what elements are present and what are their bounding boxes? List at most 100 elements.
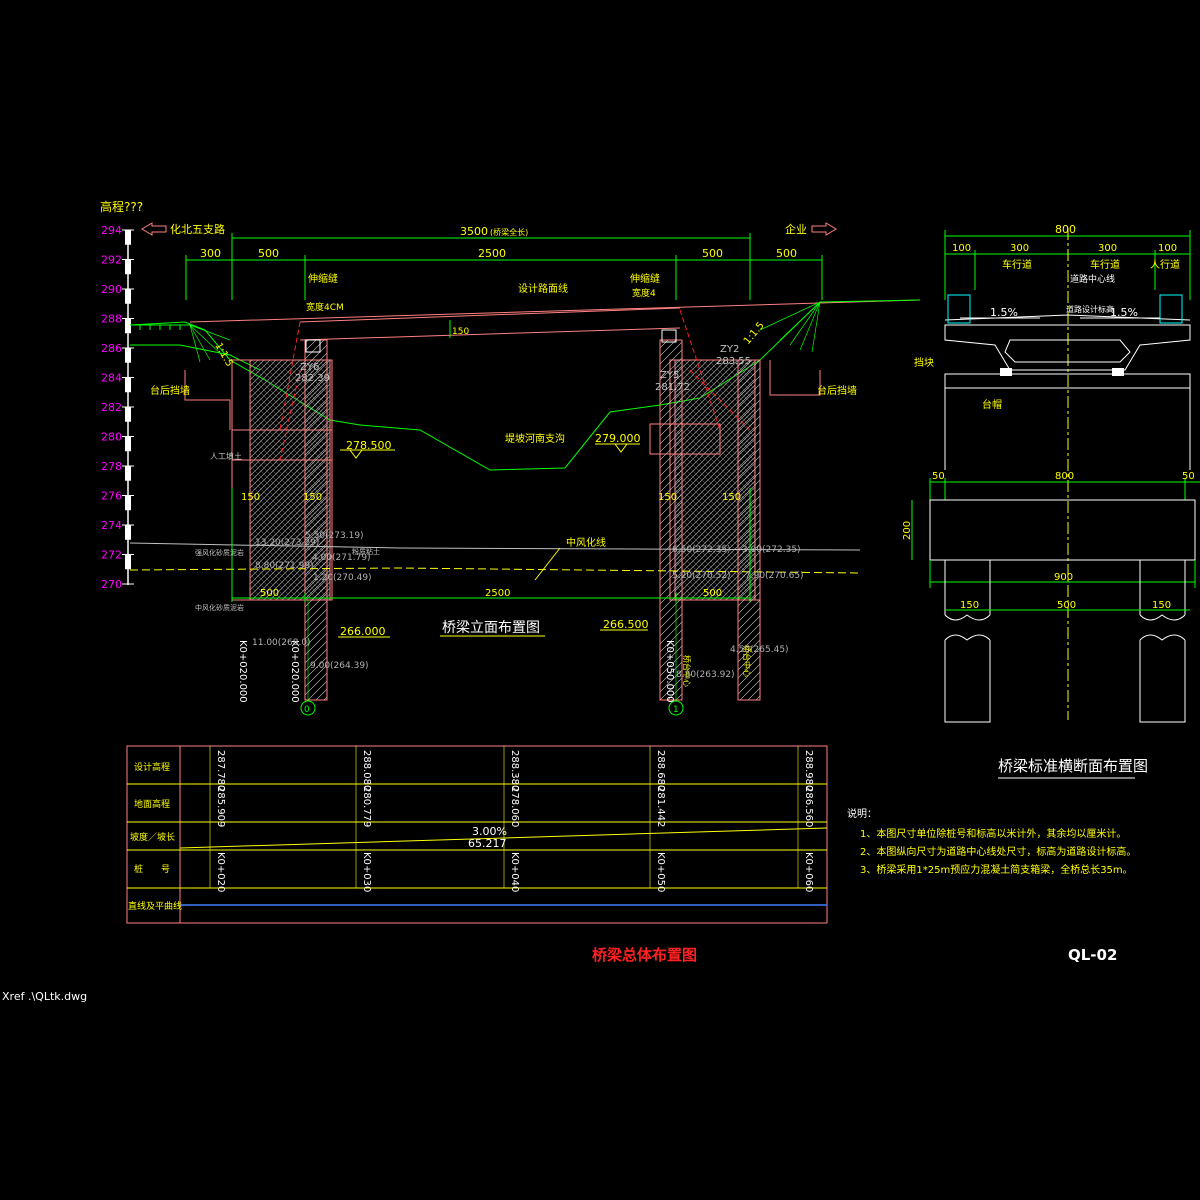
zy-left-elev: 282.39 xyxy=(295,373,330,384)
pile-bottom-right: 266.500 xyxy=(603,618,649,631)
centerline-label: 道路中心线 xyxy=(1070,273,1115,285)
joint-right: 伸缩缝 xyxy=(630,272,660,285)
joint-right-width: 宽度4 xyxy=(632,287,656,299)
borehole-label: 3.00(272.35) xyxy=(742,545,801,555)
station-value: K0+030 xyxy=(361,852,372,892)
drawing-canvas: 高程??? 294 292 290 288 286 284 282 280 278 276 274 2… xyxy=(2,199,1200,1003)
abutment-back-left: 台后挡墙 xyxy=(150,384,190,397)
table-columns: 287.780285.909K0+020288.080280.779K0+030… xyxy=(209,746,814,892)
elevation-tick-label: 292 xyxy=(101,254,122,267)
elevation-tick-label: 272 xyxy=(101,549,122,562)
layer1-label: 强风化砂质泥岩 xyxy=(195,548,244,557)
dim-seg-4: 500 xyxy=(702,247,723,260)
borehole-label: 6.50(272.35) xyxy=(672,545,731,555)
row-ground-elev: 地面高程 xyxy=(134,798,170,810)
pile-150-3: 150 xyxy=(658,492,677,503)
ground-elev-value: 280.779 xyxy=(361,786,372,827)
xref-label: Xref .\QLtk.dwg xyxy=(2,990,87,1003)
ruler-segment xyxy=(125,407,131,422)
dim-mid-150: 150 xyxy=(452,327,469,337)
ground-elev-value: 278.060 xyxy=(509,786,520,827)
dim-seg-2: 500 xyxy=(258,247,279,260)
fill-label: 人工填土 xyxy=(210,451,242,461)
ruler-segment xyxy=(125,289,131,304)
elevation-tick-label: 270 xyxy=(101,578,122,591)
slope-right: 1:1.5 xyxy=(742,320,767,347)
cap-label: 台帽 xyxy=(982,398,1002,411)
ruler-segment xyxy=(125,230,131,245)
elevation-tick-label: 286 xyxy=(101,342,122,355)
river-label: 堤坡河南支沟 xyxy=(505,432,565,445)
ground-elev-value: 285.909 xyxy=(215,786,226,827)
water-left: 278.500 xyxy=(346,439,392,452)
ground-elev-value: 281.442 xyxy=(655,786,666,827)
dim-seg-5: 500 xyxy=(776,247,797,260)
row-grade: 坡度／坡长 xyxy=(130,831,175,843)
joint-left: 伸缩缝 xyxy=(308,272,338,285)
elevation-tick-label: 280 xyxy=(101,431,122,444)
pile-dim-1: 150 xyxy=(960,600,979,611)
borehole-label: 1.20(270.49) xyxy=(313,573,372,583)
notes-title: 说明： xyxy=(847,807,877,820)
station-left: K0+020.000 xyxy=(237,640,248,703)
zy-right-elev: 283.55 xyxy=(716,356,751,367)
lane-3: 人行道 xyxy=(1150,258,1180,271)
slope-l: 1.5% xyxy=(990,306,1018,319)
top-dimensions xyxy=(185,233,823,300)
cap-dim-3: 50 xyxy=(1182,471,1195,482)
ruler-segment xyxy=(125,436,131,452)
layer2-label: 中风化砂质泥岩 xyxy=(195,603,244,612)
zy-mid-elev: 281.72 xyxy=(655,382,690,393)
abutment-back-right: 台后挡墙 xyxy=(817,384,857,397)
station-value: K0+020 xyxy=(215,852,226,892)
cross-total: 800 xyxy=(1055,223,1076,236)
wall-label: 挡块 xyxy=(914,356,934,369)
direction-left: 化北五支路 xyxy=(141,222,225,236)
elevation-tick-label: 288 xyxy=(101,313,122,326)
joint-left-width: 宽度4CM xyxy=(306,301,344,313)
station-value: K0+050 xyxy=(655,852,666,892)
elevation-tick-label: 284 xyxy=(101,372,122,385)
note-3: 3、桥梁采用1*25m预应力混凝土简支箱梁，全桥总长35m。 xyxy=(860,863,1133,876)
bottom-dim-500-right: 500 xyxy=(703,588,722,599)
ruler-segment xyxy=(125,466,131,481)
direction-left-label: 化北五支路 xyxy=(170,222,225,236)
lane-1: 车行道 xyxy=(1002,258,1032,271)
bottom-dim-2500: 2500 xyxy=(485,588,510,599)
zy-right: ZY2 xyxy=(720,344,739,355)
weathered-label: 中风化线 xyxy=(566,536,606,549)
ruler-segment xyxy=(125,495,131,511)
borehole-label: 9.00(264.39) xyxy=(310,661,369,671)
grade-len: 65.217 xyxy=(468,837,507,850)
ruler-segment xyxy=(125,377,131,393)
elevation-ruler: 高程??? 294 292 290 288 286 284 282 280 278 276 274 2… xyxy=(100,199,143,591)
water-right: 279.000 xyxy=(595,432,641,445)
elevation-view-title: 桥梁立面布置图 xyxy=(442,620,540,636)
axis-left: 0 xyxy=(304,705,310,715)
cap-height: 200 xyxy=(902,521,913,540)
elevation-tick-label: 282 xyxy=(101,401,122,414)
station-value: K0+040 xyxy=(509,852,520,892)
zy-mid: ZY5 xyxy=(660,370,679,381)
borehole-label: 8.30(263.92) xyxy=(676,670,735,680)
center-mark: 道路设计标高 xyxy=(1066,304,1114,314)
elevation-tick-label: 290 xyxy=(101,283,122,296)
zy-left: ZY6 xyxy=(300,362,319,373)
lane-2: 车行道 xyxy=(1090,258,1120,271)
ruler-segment xyxy=(125,318,131,334)
row-station: 桩 号 xyxy=(134,863,170,875)
cross-seg-3: 300 xyxy=(1098,243,1117,254)
station-right: K0+050.000 xyxy=(664,640,675,703)
borehole-label: 5.50(273.19) xyxy=(305,531,364,541)
direction-right: 企业 xyxy=(785,222,837,236)
slope-r: 1.5% xyxy=(1110,306,1138,319)
station-left2: K0+020.000 xyxy=(289,640,300,703)
cap-dim-1: 50 xyxy=(932,471,945,482)
cap-dim-2: 800 xyxy=(1055,471,1074,482)
axis-right: 1 xyxy=(673,705,679,715)
borehole-label: 4.50(265.45) xyxy=(730,645,789,655)
dim-total: 3500 xyxy=(460,225,488,238)
cross-seg-1: 100 xyxy=(952,243,971,254)
elevation-tick-label: 294 xyxy=(101,224,122,237)
note-1: 1、本图尺寸单位除桩号和标高以米计外，其余均以厘米计。 xyxy=(860,827,1126,840)
